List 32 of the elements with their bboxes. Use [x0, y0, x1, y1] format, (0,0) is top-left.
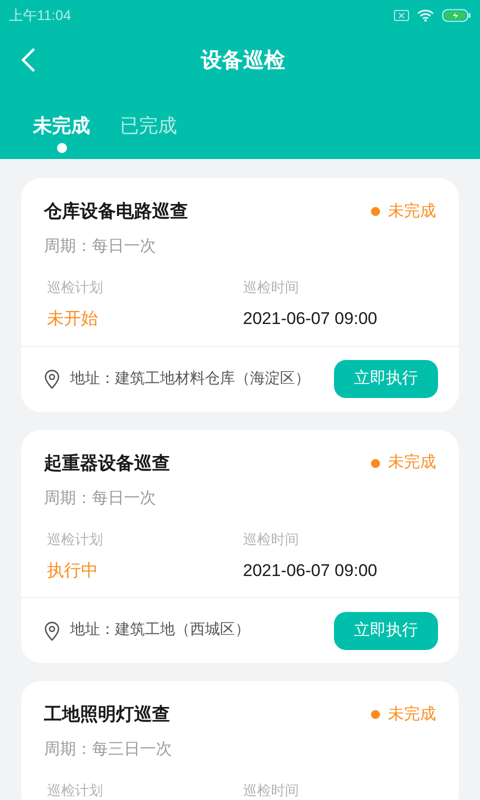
task-period: 周期：每日一次: [44, 488, 157, 508]
task-address: 地址：建筑工地材料仓库（海淀区）: [70, 368, 310, 389]
task-period: 周期：每日一次: [44, 237, 157, 257]
time-value: 2021-06-07 09:00: [243, 560, 378, 582]
battery-icon: [442, 8, 471, 22]
location-pin-icon: [44, 620, 60, 640]
no-sim-icon: [394, 10, 409, 20]
plan-value: 执行中: [47, 560, 99, 582]
time-label: 巡检时间: [243, 278, 300, 297]
location-pin-icon: [44, 369, 60, 389]
task-title: 起重器设备巡查: [44, 452, 170, 474]
tab[interactable]: 已完成: [120, 114, 177, 140]
plan-label: 巡检计划: [47, 781, 104, 800]
task-period: 周期：每三日一次: [44, 740, 173, 760]
wifi-icon: [417, 8, 434, 22]
plan-label: 巡检计划: [47, 278, 104, 297]
tab[interactable]: 未完成: [33, 114, 90, 140]
plan-label: 巡检计划: [47, 530, 104, 548]
time-value: 2021-06-07 09:00: [243, 308, 378, 330]
task-title: 工地照明灯巡查: [44, 703, 170, 726]
page-title: 设备巡检: [201, 48, 285, 74]
task-address: 地址：建筑工地（西城区）: [70, 620, 250, 640]
execute-button[interactable]: 立即执行: [334, 612, 438, 650]
plan-value: 未开始: [47, 308, 99, 330]
task-status: 未完成: [388, 704, 436, 724]
time-label: 巡检时间: [243, 530, 300, 548]
task-status: 未完成: [388, 452, 436, 473]
execute-button[interactable]: 立即执行: [334, 360, 438, 398]
status-time: 上午11:04: [9, 6, 71, 24]
task-status: 未完成: [388, 202, 436, 222]
time-label: 巡检时间: [243, 781, 300, 800]
task-title: 仓库设备电路巡查: [44, 200, 188, 223]
